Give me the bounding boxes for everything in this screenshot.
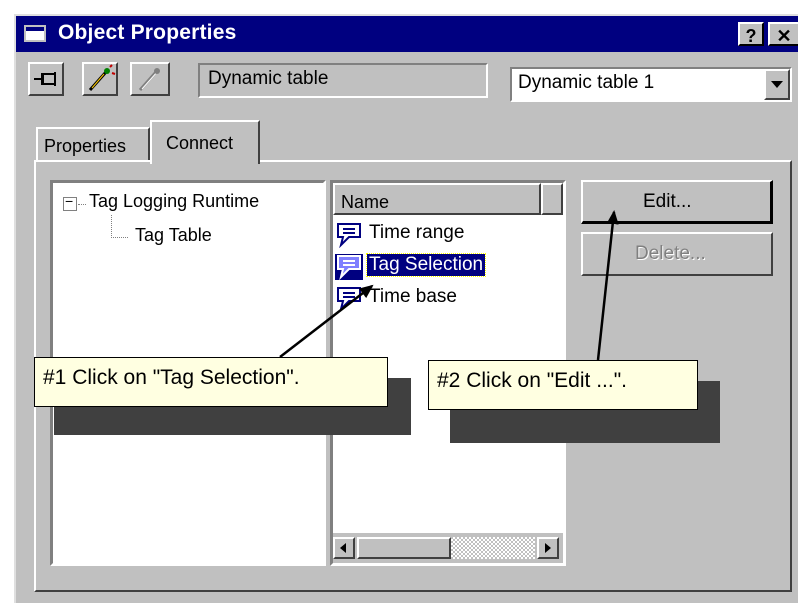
arrow-to-edit-button — [596, 210, 619, 361]
annotation-arrows — [279, 210, 619, 361]
tab-connect[interactable]: Connect — [150, 120, 260, 164]
arrow-to-tag-selection — [279, 284, 374, 358]
tab-connect-label: Connect — [166, 133, 234, 153]
